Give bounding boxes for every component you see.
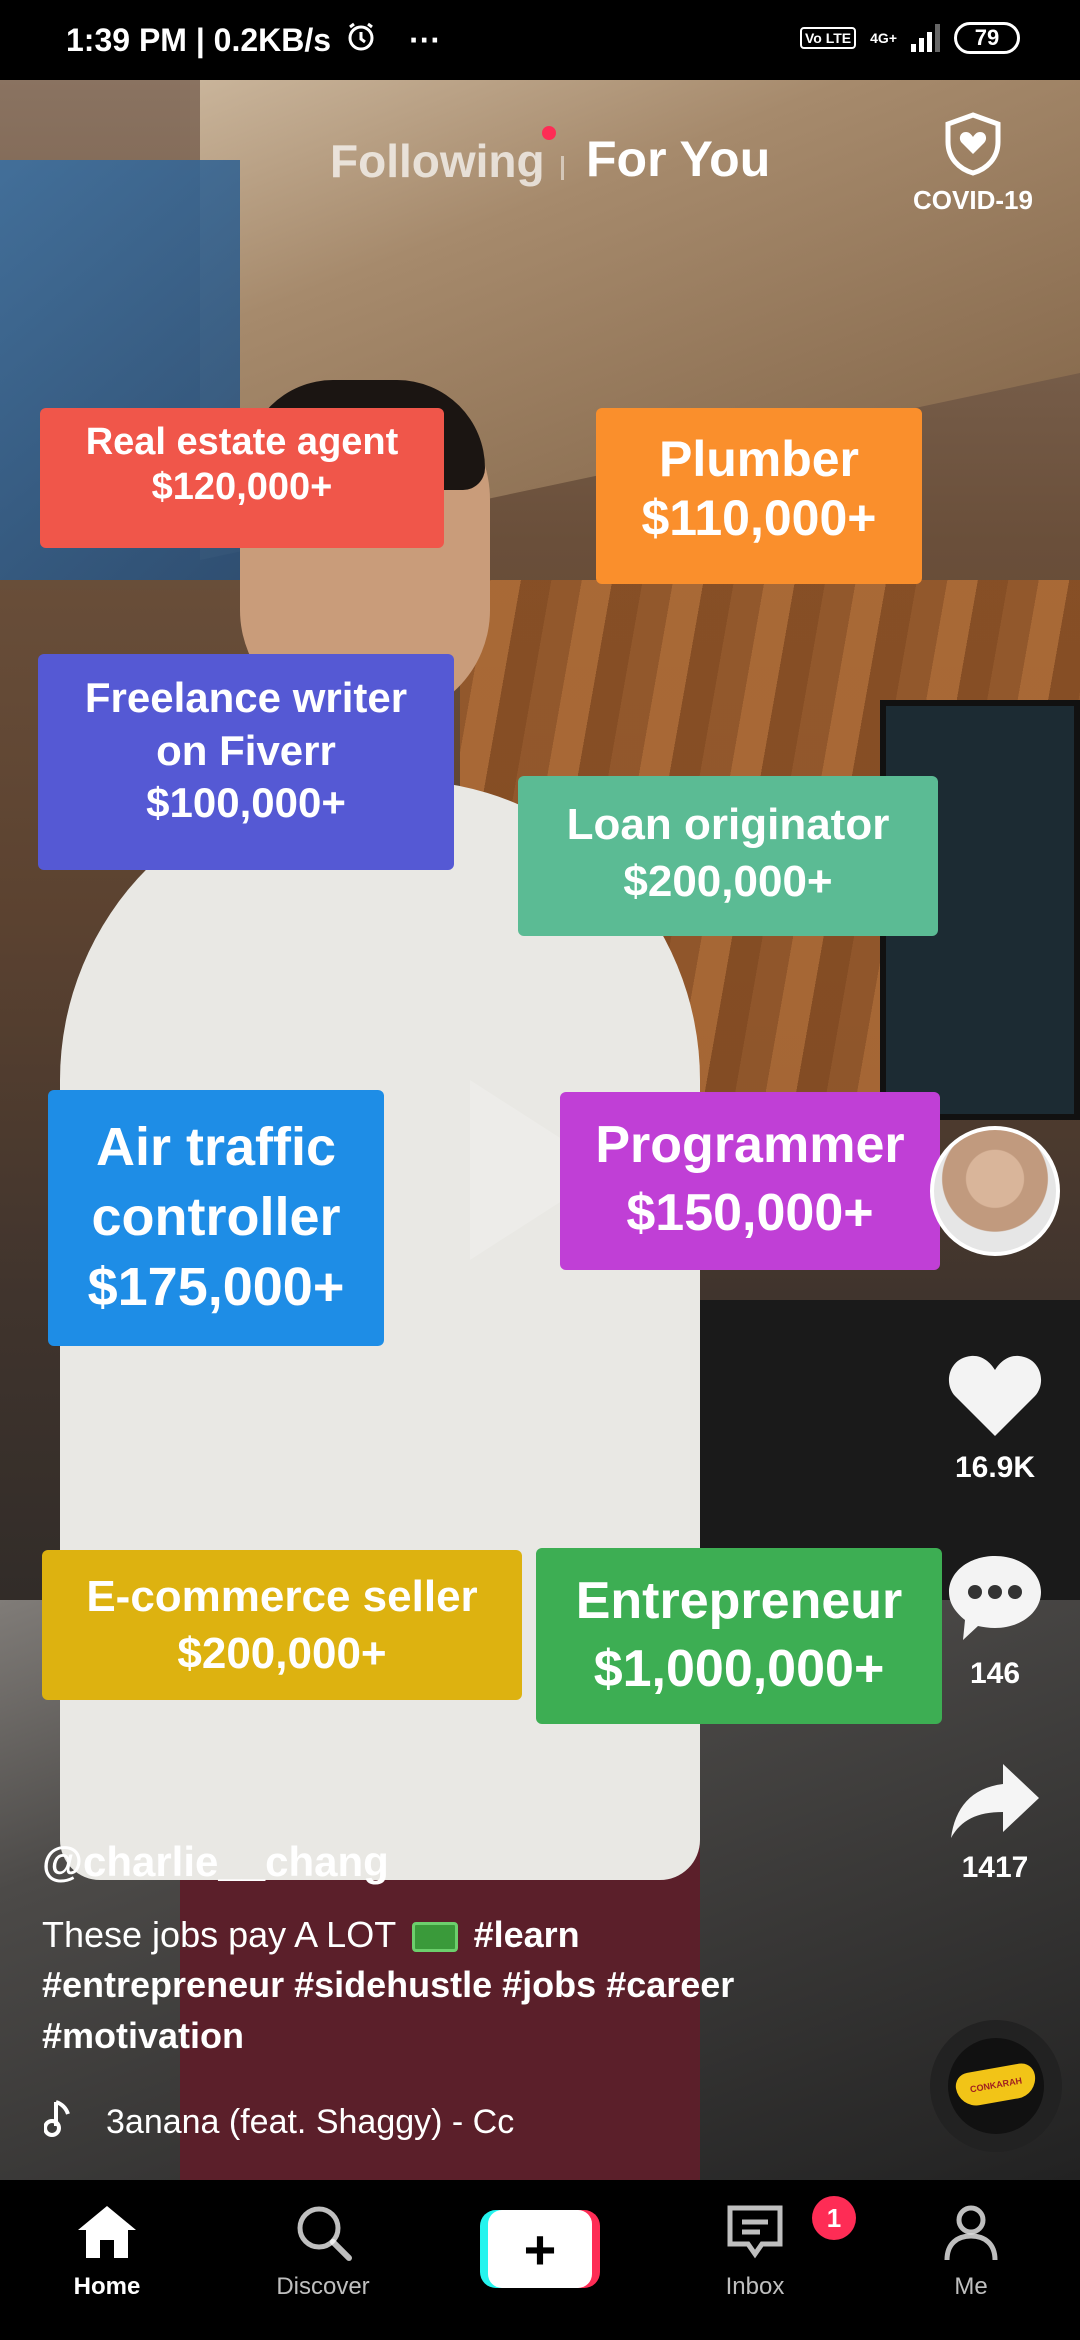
nav-me-label: Me (954, 2273, 988, 2300)
heart-icon (945, 1355, 1045, 1444)
job-label-loan-originator: Loan originator $200,000+ (518, 776, 938, 936)
signal-icon (911, 24, 940, 52)
bottom-navigation: Home Discover + 1 Inbox Me (0, 2180, 1080, 2340)
more-status-icon: ··· (409, 21, 442, 58)
job-salary: $175,000+ (87, 1257, 345, 1318)
music-note-icon (44, 2098, 72, 2147)
inbox-icon: 1 (724, 2196, 856, 2267)
job-label-entrepreneur: Entrepreneur $1,000,000+ (536, 1548, 942, 1724)
job-title: Plumber (658, 431, 860, 487)
status-bar: 1:39 PM | 0.2KB/s ··· Vo LTE 4G+ 79 (0, 0, 1080, 80)
music-ticker[interactable]: 3anana (feat. Shaggy) - Cc (44, 2098, 584, 2147)
job-label-programmer: Programmer $150,000+ (560, 1092, 940, 1270)
caption-body: These jobs pay A LOT (42, 1914, 396, 1955)
job-salary: $110,000+ (641, 490, 877, 546)
job-title-line2: on Fiverr (156, 726, 336, 774)
hashtag-learn[interactable]: #learn (474, 1914, 580, 1955)
job-salary: $1,000,000+ (593, 1639, 885, 1698)
nav-home-label: Home (73, 2273, 141, 2300)
job-title-line2: controller (91, 1187, 341, 1248)
comment-button[interactable]: 146 (930, 1550, 1060, 1691)
plus-icon: + (488, 2210, 592, 2288)
job-label-plumber: Plumber $110,000+ (596, 408, 922, 584)
creator-avatar[interactable] (930, 1126, 1060, 1256)
battery-icon: 79 (954, 22, 1020, 54)
job-salary: $100,000+ (146, 779, 346, 826)
job-salary: $120,000+ (151, 465, 333, 508)
money-emoji-icon (411, 1922, 458, 1953)
video-caption: @charlie__chang These jobs pay A LOT #le… (42, 1838, 902, 2061)
covid-button[interactable]: COVID-19 (908, 112, 1038, 216)
nav-me[interactable]: Me (896, 2202, 1046, 2301)
job-title: Entrepreneur (575, 1572, 903, 1630)
creator-username[interactable]: @charlie__chang (42, 1838, 902, 1886)
job-title-line1: Air traffic (95, 1117, 337, 1177)
job-label-air-traffic-controller: Air traffic controller $175,000+ (48, 1090, 384, 1346)
shield-heart-icon (944, 112, 1002, 180)
nav-home[interactable]: Home (32, 2202, 182, 2301)
sound-disc[interactable]: CONKARAH (930, 2020, 1062, 2152)
home-icon (74, 2206, 140, 2266)
job-salary: $150,000+ (626, 1183, 874, 1242)
job-title: E-commerce seller (86, 1572, 478, 1621)
job-label-ecommerce-seller: E-commerce seller $200,000+ (42, 1550, 522, 1700)
status-time: 1:39 PM | 0.2KB/s (66, 21, 332, 58)
job-salary: $200,000+ (177, 1629, 387, 1679)
job-label-freelance-writer: Freelance writer on Fiverr $100,000+ (38, 654, 454, 870)
network-type: 4G+ (870, 30, 897, 46)
volte-icon: Vo LTE (799, 27, 857, 49)
job-title: Real estate agent (85, 421, 399, 463)
nav-inbox-label: Inbox (725, 2273, 785, 2300)
like-button[interactable]: 16.9K (930, 1350, 1060, 1485)
disc-artwork: CONKARAH (953, 2061, 1039, 2109)
share-button[interactable]: 1417 (930, 1760, 1060, 1885)
job-label-real-estate: Real estate agent $120,000+ (40, 408, 444, 548)
hashtag-motivation[interactable]: #motivation (42, 2015, 244, 2056)
alarm-icon (345, 20, 377, 60)
tab-divider (561, 156, 564, 180)
following-new-dot (542, 126, 556, 140)
job-salary: $200,000+ (623, 857, 833, 907)
comment-count: 146 (969, 1657, 1021, 1690)
nav-discover[interactable]: Discover (248, 2202, 398, 2301)
job-title-line1: Freelance writer (84, 674, 408, 721)
search-icon (293, 2206, 353, 2266)
nav-discover-label: Discover (276, 2273, 370, 2300)
tab-for-you[interactable]: For You (586, 130, 770, 188)
tab-following[interactable]: Following (330, 134, 545, 188)
like-count: 16.9K (954, 1451, 1036, 1484)
covid-label: COVID-19 (913, 185, 1033, 215)
job-title: Loan originator (566, 800, 890, 849)
share-count: 1417 (961, 1851, 1029, 1884)
inbox-badge: 1 (812, 2196, 856, 2240)
comment-icon (945, 1556, 1045, 1650)
job-title: Programmer (595, 1116, 905, 1174)
battery-level: 79 (974, 25, 1000, 50)
profile-icon (941, 2205, 1001, 2266)
create-button[interactable]: + (480, 2210, 600, 2288)
share-arrow-icon (947, 1764, 1043, 1844)
music-title: 3anana (feat. Shaggy) - Cc (106, 2103, 515, 2141)
nav-inbox[interactable]: 1 Inbox (680, 2196, 856, 2301)
hashtags-line[interactable]: #entrepreneur #sidehustle #jobs #career (42, 1964, 734, 2005)
caption-text: These jobs pay A LOT #learn #entrepreneu… (42, 1910, 902, 2061)
